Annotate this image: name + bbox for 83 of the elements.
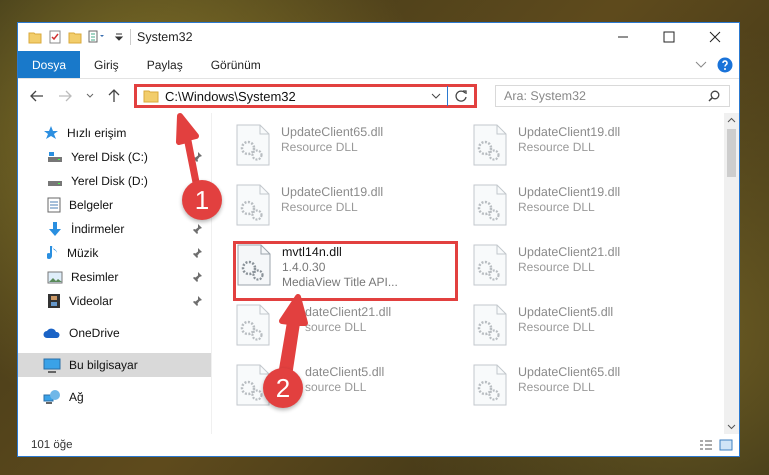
close-icon[interactable] [709,31,721,43]
window-title: System32 [137,30,193,44]
monitor-icon [43,358,61,372]
back-arrow-icon[interactable] [30,90,44,102]
pin-icon[interactable] [191,247,203,259]
file-name: UpdateClient65.dll [518,364,620,380]
dll-file-gears-icon [237,244,271,286]
dll-file-gears-icon [236,184,270,226]
document-icon [47,197,61,213]
dropdown-caret-icon[interactable] [114,31,124,43]
sidebar-item[interactable]: OneDrive [18,321,211,345]
file-name: UpdateClient19.dll [518,124,620,140]
cloud-icon [43,327,61,339]
file-detail: Resource DLL [518,260,596,275]
dll-file-gears-icon [473,244,507,286]
pin-icon[interactable] [191,223,203,235]
file-detail: source DLL [305,380,368,395]
ribbon-tab[interactable]: Paylaş [132,51,197,78]
help-icon[interactable] [717,56,733,72]
details-view-icon[interactable] [699,439,713,451]
file-detail: source DLL [305,320,368,335]
file-detail: 1.4.0.30 [282,260,326,275]
sidebar-item[interactable]: Resimler [71,270,118,284]
file-detail: MediaView Title API... [282,275,398,290]
file-name: UpdateClient19.dll [281,184,384,200]
dll-file-gears-icon [473,184,507,226]
sidebar-item[interactable]: Videolar [69,294,113,308]
ribbon-tab[interactable]: Giriş [80,51,133,78]
sidebar-item[interactable]: Bu bilgisayar [18,353,211,377]
file-detail: Resource DLL [518,320,596,335]
sidebar-item[interactable]: Yerel Disk (C:) [71,150,148,164]
picture-icon [47,270,63,284]
dll-file-gears-icon [473,364,507,406]
scroll-down-icon[interactable] [727,424,736,430]
file-detail: Resource DLL [518,380,596,395]
file-detail: Resource DLL [281,140,359,155]
scroll-up-icon[interactable] [727,117,736,123]
up-arrow-icon[interactable] [108,89,120,103]
dll-file-gears-icon [236,124,270,166]
chevron-down-icon[interactable] [86,93,94,99]
file-name: UpdateClient21.dll [518,244,620,260]
file-detail: Resource DLL [518,140,596,155]
file-name: mvtl14n.dll [282,244,343,260]
sidebar-item[interactable]: Belgeler [69,198,114,212]
dll-file-gears-icon [236,304,270,346]
sidebar-item[interactable]: İndirmeler [71,222,124,236]
address-bar[interactable]: C:\Windows\System32 [134,84,477,108]
star-icon [43,125,59,141]
scrollbar[interactable] [724,113,739,434]
pin-icon[interactable] [191,295,203,307]
file-name: dateClient5.dll [305,364,384,380]
file-name: UpdateClient19.dll [518,184,620,200]
file-name: dateClient21.dll [305,304,392,320]
chevron-down-icon[interactable] [431,93,441,99]
refresh-icon[interactable] [454,89,468,103]
folder-icon [143,89,159,103]
item-count: 101 öğe [31,439,73,451]
address-path: C:\Windows\System32 [165,88,297,104]
file-detail: Resource DLL [281,200,359,215]
music-note-icon [47,245,59,261]
pin-icon[interactable] [191,271,203,283]
search-icon[interactable] [708,90,720,102]
sidebar-item[interactable]: Yerel Disk (D:) [71,174,148,188]
file-name: UpdateClient65.dll [281,124,384,140]
dll-file-gears-icon [236,364,270,406]
checkmark-document-icon[interactable] [48,30,62,44]
sidebar-item[interactable]: Müzik [67,246,98,260]
download-arrow-icon [47,221,63,237]
file-item[interactable]: mvtl14n.dll 1.4.0.30 MediaView Title API... [233,241,458,301]
sidebar-item[interactable]: Hızlı erişim [18,121,211,145]
maximize-icon[interactable] [663,31,675,43]
file-detail: Resource DLL [518,200,596,215]
drive-icon [47,151,63,163]
search-field[interactable]: Ara: System32 [495,85,730,107]
dll-file-gears-icon [473,304,507,346]
large-icons-view-icon[interactable] [719,439,733,451]
sidebar-item[interactable]: Ağ [18,385,211,409]
file-name: UpdateClient5.dll [518,304,614,320]
network-icon [43,389,61,405]
scrollbar-thumb[interactable] [727,129,736,177]
dll-file-gears-icon [473,124,507,166]
film-icon [47,293,61,309]
ribbon-tab[interactable]: Görünüm [196,51,275,78]
